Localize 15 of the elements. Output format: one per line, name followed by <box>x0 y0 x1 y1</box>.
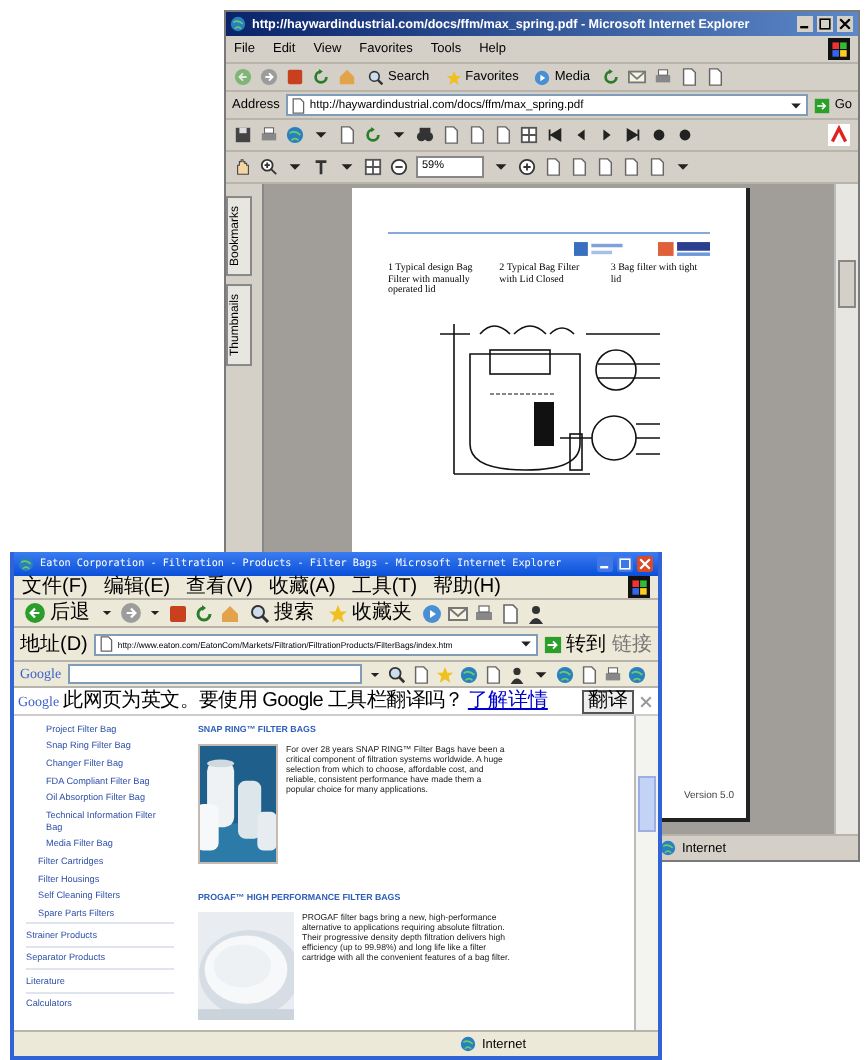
menu-item[interactable]: 编辑(E) <box>103 576 171 598</box>
notice-text: 此网页为英文。要使用 Google 工具栏翻译吗？ <box>63 690 464 712</box>
menu-item[interactable]: 帮助(H) <box>433 576 501 598</box>
menu-item[interactable]: 收藏(A) <box>268 576 336 598</box>
menu-item[interactable]: 查看(V) <box>186 576 253 598</box>
back-button[interactable]: 后退 <box>20 602 94 624</box>
menu-item[interactable]: 文件(F) <box>22 576 88 598</box>
translate-button[interactable]: 翻译 <box>582 689 634 713</box>
address-label: 地址(D) <box>20 633 88 655</box>
favorites-button[interactable]: 收藏夹 <box>324 602 416 624</box>
menu-item[interactable]: 工具(T) <box>351 576 418 598</box>
search-button[interactable]: 搜索 <box>246 602 318 624</box>
learn-more-link[interactable]: 了解详情 <box>467 690 548 712</box>
go-button[interactable]: 转到 <box>544 630 606 658</box>
links-label[interactable]: 链接 <box>612 633 652 655</box>
